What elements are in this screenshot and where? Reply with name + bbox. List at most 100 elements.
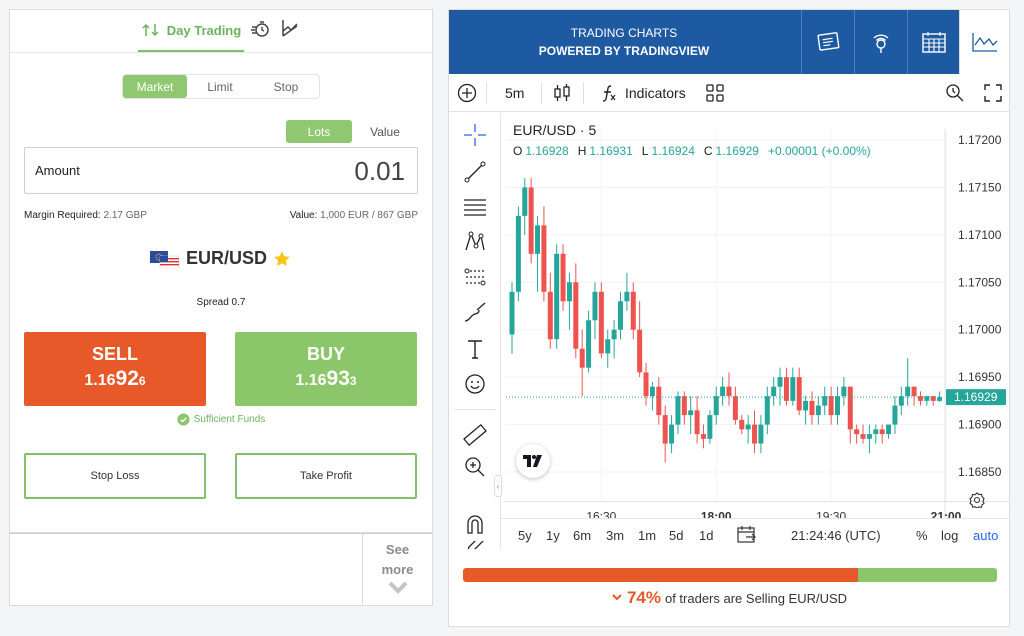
range-1m[interactable]: 1m: [638, 519, 656, 551]
range-6m[interactable]: 6m: [573, 519, 591, 551]
range-3m[interactable]: 3m: [606, 519, 624, 551]
order-type-selector: Market Limit Stop: [122, 74, 320, 99]
candle-body: [726, 386, 732, 397]
sell-button[interactable]: SELL 1.16926: [24, 332, 206, 406]
trend-line-icon: [464, 161, 486, 183]
templates-button[interactable]: [706, 74, 724, 112]
tab-day-trading[interactable]: Day Trading: [138, 10, 244, 52]
candle-body: [841, 386, 847, 397]
fib-tool[interactable]: [461, 193, 489, 221]
instrument-name: EUR/USD: [186, 248, 268, 268]
range-5y[interactable]: 5y: [518, 519, 532, 551]
order-type-limit[interactable]: Limit: [187, 75, 253, 98]
text-icon: [468, 340, 482, 359]
signals-tab[interactable]: [854, 10, 907, 74]
chart-symbol[interactable]: EUR/USD · 5: [513, 122, 596, 138]
stop-loss-button[interactable]: Stop Loss: [24, 453, 206, 499]
zoom-in-icon: [465, 457, 485, 477]
candle-body: [752, 424, 758, 444]
favorite-star-icon[interactable]: [273, 250, 291, 268]
chart-type-button[interactable]: [553, 74, 571, 112]
tab-chart[interactable]: [280, 18, 300, 43]
buy-price-main: 1.16: [295, 372, 327, 389]
collapse-toolbar-handle[interactable]: ‹: [494, 475, 502, 497]
crosshair-icon: [464, 124, 486, 146]
percent-toggle[interactable]: %: [916, 519, 928, 551]
emoji-tool[interactable]: [461, 370, 489, 398]
price-chart[interactable]: 1.17200 1.17150 1.17100 1.17050 1.17000 1.169…: [504, 113, 1009, 549]
quick-search-button[interactable]: [945, 74, 965, 112]
calendar-icon: [922, 32, 946, 53]
prediction-tool[interactable]: [461, 263, 489, 291]
chart-settings-button[interactable]: [969, 492, 985, 513]
candle-body: [675, 396, 681, 425]
go-to-date-button[interactable]: [737, 519, 757, 551]
pencil-icon: [467, 541, 484, 549]
candle-body: [758, 424, 764, 444]
value-label: Value:: [289, 210, 318, 221]
price-axis[interactable]: 1.17200 1.17150 1.17100 1.17050 1.17000 1.169…: [958, 133, 1002, 479]
up-down-arrows-icon: [142, 23, 159, 37]
candle-body: [732, 396, 738, 420]
add-symbol-button[interactable]: [457, 74, 477, 112]
auto-toggle[interactable]: auto: [973, 519, 998, 551]
pattern-tool[interactable]: [461, 228, 489, 256]
candle-body: [528, 187, 534, 254]
ruler-tool[interactable]: [461, 421, 489, 449]
range-1d[interactable]: 1d: [699, 519, 713, 551]
see-more-button[interactable]: See more: [362, 534, 432, 605]
candle-body: [771, 386, 777, 397]
buy-button[interactable]: BUY 1.16933: [235, 332, 417, 406]
header-line1: TRADING CHARTS: [570, 26, 678, 40]
candle-body: [739, 419, 745, 430]
candle-body: [835, 396, 840, 416]
lock-tool[interactable]: [461, 541, 489, 549]
candle-body: [764, 396, 770, 425]
margin-required: Margin Required: 2.17 GBP: [24, 210, 147, 221]
candle-body: [796, 377, 802, 411]
buy-label: BUY: [306, 344, 345, 364]
order-type-stop[interactable]: Stop: [253, 75, 319, 98]
candle-body: [681, 396, 687, 416]
candle-body: [700, 434, 706, 439]
amount-input[interactable]: Amount 0.01: [24, 147, 418, 194]
range-5d[interactable]: 5d: [669, 519, 683, 551]
news-tab[interactable]: [801, 10, 854, 74]
zoom-in-tool[interactable]: [461, 453, 489, 481]
chart-toolbar: 5m Indicators: [449, 74, 1009, 112]
calendar-arrow-icon: [737, 526, 756, 543]
stopwatch-icon: [251, 21, 269, 37]
indicators-button[interactable]: Indicators: [599, 74, 686, 112]
calendar-tab[interactable]: [907, 10, 960, 74]
value-amount: 1,000 EUR / 867 GBP: [320, 210, 418, 221]
pattern-icon: [465, 231, 485, 251]
tab-timer[interactable]: [250, 19, 272, 44]
price-tick-label: 1.17050: [958, 275, 1002, 289]
price-tick-label: 1.16850: [958, 465, 1002, 479]
fullscreen-button[interactable]: [984, 74, 1002, 112]
low-value: 1.16924: [651, 144, 695, 158]
margin-label: Margin Required:: [24, 210, 101, 221]
magnet-tool[interactable]: [461, 511, 489, 539]
text-tool[interactable]: [461, 335, 489, 363]
log-toggle[interactable]: log: [941, 519, 958, 551]
brush-tool[interactable]: [461, 299, 489, 327]
unit-value[interactable]: Value: [352, 120, 418, 143]
chart-panel: TRADING CHARTS POWERED BY TRADINGVIEW 5m…: [448, 9, 1010, 627]
unit-lots[interactable]: Lots: [286, 120, 352, 143]
take-profit-button[interactable]: Take Profit: [235, 453, 417, 499]
candle-body: [630, 291, 636, 330]
order-type-market[interactable]: Market: [123, 75, 187, 98]
interval-button[interactable]: 5m: [505, 74, 524, 112]
tradingview-logo[interactable]: [516, 444, 550, 478]
high-value: 1.16931: [589, 144, 633, 158]
charts-tab[interactable]: [959, 10, 1009, 74]
newspaper-icon: [817, 32, 840, 51]
range-1y[interactable]: 1y: [546, 519, 560, 551]
sell-price-fraction: 6: [138, 374, 146, 388]
sentiment-bar: [463, 568, 997, 582]
sell-price: 1.16926: [24, 367, 206, 391]
crosshair-tool[interactable]: [461, 121, 489, 149]
trend-line-tool[interactable]: [461, 158, 489, 186]
utc-clock[interactable]: 21:24:46 (UTC): [791, 519, 881, 551]
